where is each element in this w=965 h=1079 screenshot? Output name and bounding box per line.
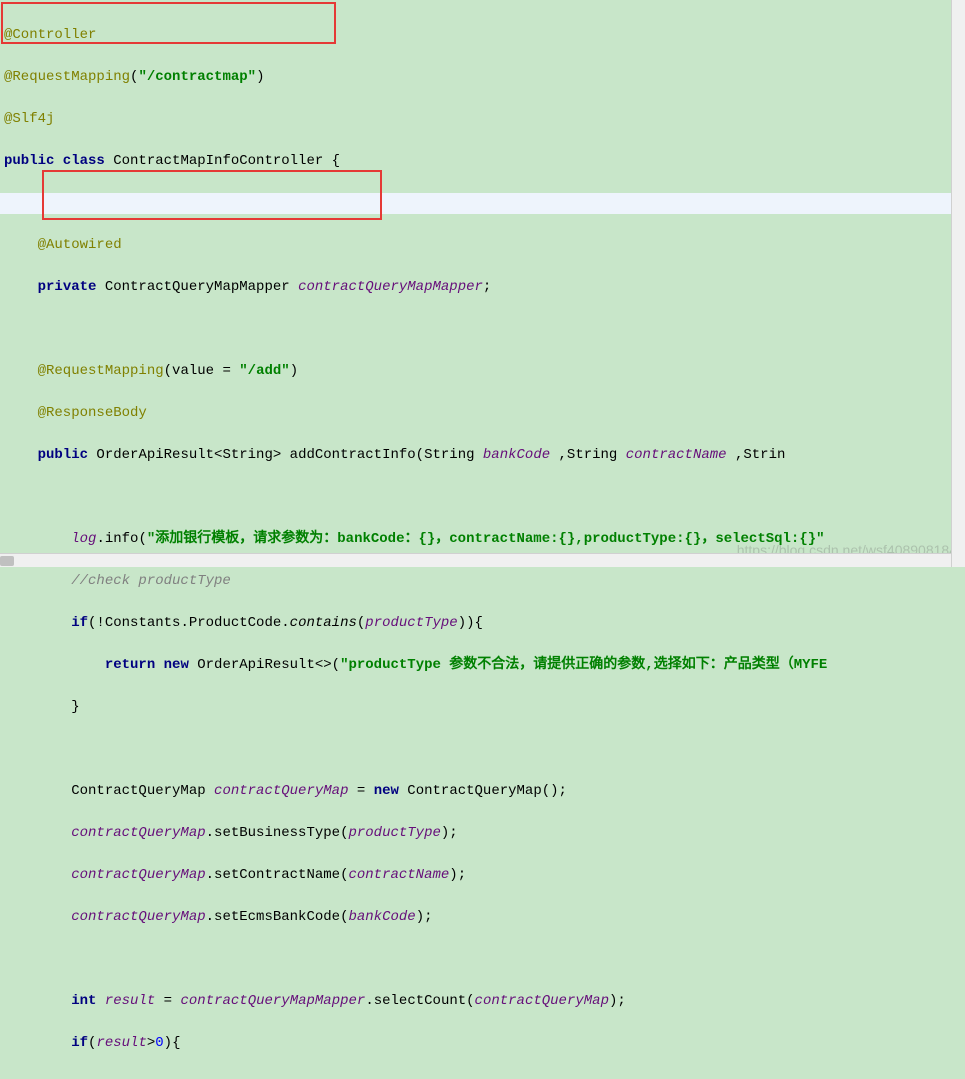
code-line: ContractQueryMap contractQueryMap = new … xyxy=(0,781,965,802)
vertical-scrollbar[interactable] xyxy=(951,0,965,567)
param: productType xyxy=(348,825,440,841)
annotation: @ResponseBody xyxy=(4,405,147,421)
keyword: if xyxy=(71,615,88,631)
code-line: contractQueryMap.setBusinessType(product… xyxy=(0,823,965,844)
variable: result xyxy=(96,1035,146,1051)
variable: contractQueryMap xyxy=(71,909,205,925)
keyword: if xyxy=(71,1035,88,1051)
keyword: public class xyxy=(4,153,105,169)
scrollbar-thumb[interactable] xyxy=(0,556,14,566)
string-literal: "productType 参数不合法，请提供正确的参数,选择如下：产品类型（MY… xyxy=(340,657,827,673)
annotation: @RequestMapping xyxy=(4,69,130,85)
code-editor[interactable]: @Controller @RequestMapping("/contractma… xyxy=(0,0,965,1079)
code-line: int result = contractQueryMapMapper.sele… xyxy=(0,991,965,1012)
param: contractName xyxy=(626,447,727,463)
param: productType xyxy=(365,615,457,631)
logger: log xyxy=(71,531,96,547)
code-line: private ContractQueryMapMapper contractQ… xyxy=(0,277,965,298)
keyword: return new xyxy=(105,657,189,673)
code-line: @ResponseBody xyxy=(0,403,965,424)
code-line: public OrderApiResult<String> addContrac… xyxy=(0,445,965,466)
comment: //check productType xyxy=(4,573,231,589)
code-line: @Slf4j xyxy=(0,109,965,130)
string-literal: "/contractmap" xyxy=(138,69,256,85)
param: contractName xyxy=(348,867,449,883)
code-line: if(!Constants.ProductCode.contains(produ… xyxy=(0,613,965,634)
code-line: if(result>0){ xyxy=(0,1033,965,1054)
code-line: return new OrderApiResult<>("productType… xyxy=(0,655,965,676)
variable: contractQueryMap xyxy=(71,825,205,841)
code-line: @Autowired xyxy=(0,235,965,256)
code-line xyxy=(0,487,965,508)
keyword: private xyxy=(38,279,97,295)
field: contractQueryMapMapper xyxy=(180,993,365,1009)
string-literal: "/add" xyxy=(239,363,289,379)
variable: result xyxy=(105,993,155,1009)
param: bankCode xyxy=(348,909,415,925)
keyword: int xyxy=(71,993,96,1009)
code-line xyxy=(0,949,965,970)
annotation: @Slf4j xyxy=(4,111,54,127)
code-line: contractQueryMap.setEcmsBankCode(bankCod… xyxy=(0,907,965,928)
code-line: @Controller xyxy=(0,25,965,46)
variable: contractQueryMap xyxy=(214,783,348,799)
annotation: @Autowired xyxy=(4,237,122,253)
variable: contractQueryMap xyxy=(71,867,205,883)
annotation: @Controller xyxy=(4,27,96,43)
variable: contractQueryMap xyxy=(475,993,609,1009)
code-line: public class ContractMapInfoController { xyxy=(0,151,965,172)
code-line xyxy=(0,739,965,760)
code-line: log.info("添加银行模板，请求参数为：bankCode：{}，contr… xyxy=(0,529,965,550)
keyword: public xyxy=(38,447,88,463)
annotation: @RequestMapping xyxy=(4,363,164,379)
keyword: new xyxy=(374,783,399,799)
code-line: contractQueryMap.setContractName(contrac… xyxy=(0,865,965,886)
code-line: //check productType xyxy=(0,571,965,592)
param: bankCode xyxy=(483,447,550,463)
string-literal: "添加银行模板，请求参数为：bankCode：{}，contractName:{… xyxy=(147,531,825,547)
horizontal-scrollbar[interactable] xyxy=(0,553,951,567)
field: contractQueryMapMapper xyxy=(298,279,483,295)
code-line: @RequestMapping(value = "/add") xyxy=(0,361,965,382)
code-line xyxy=(0,319,965,340)
code-line: } xyxy=(0,697,965,718)
code-line: @RequestMapping("/contractmap") xyxy=(0,67,965,88)
code-line-highlighted xyxy=(0,193,965,214)
